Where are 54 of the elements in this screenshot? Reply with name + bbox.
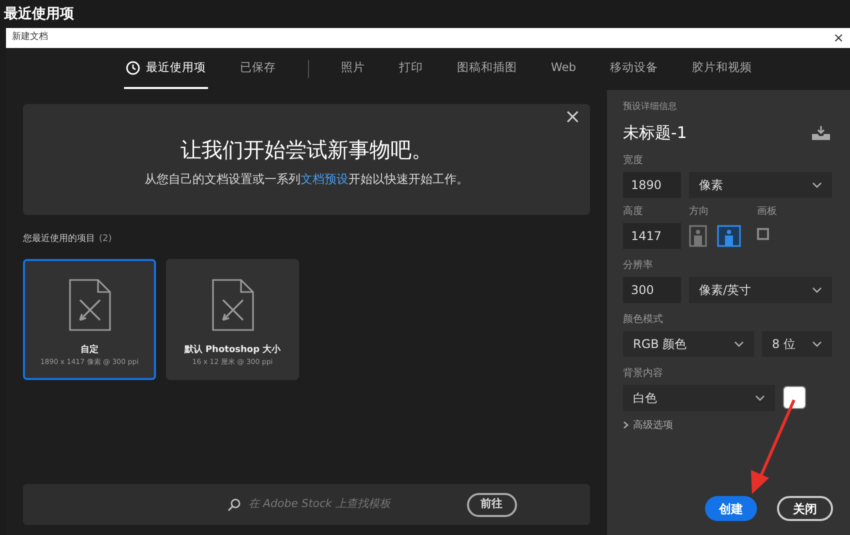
portrait-orientation-icon[interactable] — [689, 224, 707, 246]
tab[interactable]: 已保存 — [238, 49, 278, 89]
dialog-title: 新建文档 — [12, 31, 48, 44]
background-color-swatch[interactable] — [783, 386, 806, 409]
banner-title: 让我们开始尝试新事物吧。 — [180, 136, 432, 164]
save-preset-icon[interactable] — [812, 126, 830, 140]
chevron-down-icon — [734, 340, 744, 346]
field-label: 背景内容 — [623, 366, 664, 380]
close-button[interactable]: × — [833, 32, 844, 44]
chevron-down-icon — [812, 340, 822, 346]
tab[interactable]: 照片 — [339, 49, 367, 89]
stock-search-field[interactable]: 在 Adobe Stock 上查找模板 — [248, 496, 458, 513]
banner-text: 从您自己的文档设置或一系列文档预设开始以快速开始工作。 — [144, 171, 468, 188]
chevron-down-icon — [812, 286, 822, 292]
close-button[interactable]: 关闭 — [777, 496, 833, 521]
create-button[interactable]: 创建 — [705, 496, 757, 521]
app-heading: 最近使用项 — [3, 4, 75, 24]
presets-link[interactable]: 文档预设 — [300, 172, 348, 186]
chevron-down-icon — [755, 394, 765, 400]
document-name: 默认 Photoshop 大小 — [184, 344, 281, 356]
chevron-down-icon — [812, 182, 822, 188]
width-field[interactable]: 1890 — [623, 172, 681, 198]
height-field[interactable]: 1417 — [623, 222, 681, 248]
document-pencil-icon — [68, 278, 112, 332]
search-icon — [226, 498, 240, 512]
panel-heading: 预设详细信息 — [623, 101, 678, 114]
field-label: 分辨率 — [623, 258, 654, 272]
artboard-checkbox[interactable] — [757, 228, 769, 240]
go-button[interactable]: 前往 — [466, 492, 516, 516]
field-label: 方向 — [689, 204, 710, 218]
tab[interactable]: 移动设备 — [608, 49, 660, 89]
field-label: 宽度 — [623, 154, 644, 168]
section-heading: 您最近使用的项目 — [23, 233, 95, 246]
bit-depth-dropdown[interactable]: 8 位 — [762, 330, 832, 356]
advanced-options-toggle[interactable]: 高级选项 — [623, 418, 834, 432]
tab[interactable]: Web — [549, 49, 578, 89]
item-count: (2) — [99, 233, 112, 246]
tab[interactable]: 打印 — [397, 49, 425, 89]
tab[interactable]: 胶片和视频 — [690, 49, 754, 89]
field-label: 画板 — [757, 204, 777, 218]
tab[interactable]: 图稿和插图 — [455, 49, 519, 89]
background-dropdown[interactable]: 白色 — [623, 384, 775, 410]
field-label: 颜色模式 — [623, 312, 664, 326]
close-button[interactable]: × — [564, 106, 581, 126]
document-name-field[interactable]: 未标题-1 — [623, 120, 793, 144]
field-label: 高度 — [623, 204, 644, 218]
document-pencil-icon — [210, 278, 254, 332]
color-mode-dropdown[interactable]: RGB 颜色 — [623, 330, 754, 356]
document-name: 自定 — [80, 344, 98, 356]
resolution-unit-dropdown[interactable]: 像素/英寸 — [689, 276, 832, 302]
resolution-field[interactable]: 300 — [623, 276, 681, 302]
unit-dropdown[interactable]: 像素 — [689, 172, 832, 198]
clock-icon — [126, 61, 140, 75]
landscape-orientation-icon[interactable] — [717, 224, 741, 246]
